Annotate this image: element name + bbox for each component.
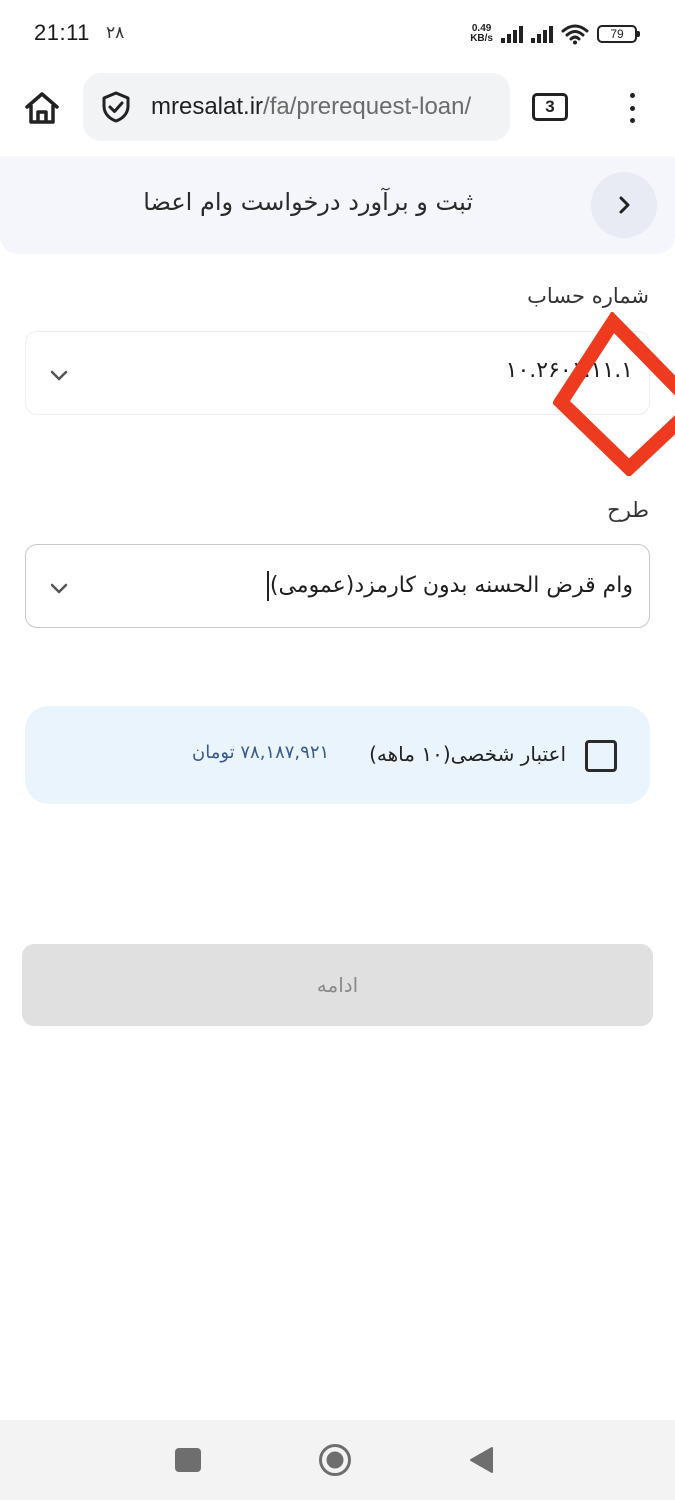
account-label: شماره حساب — [527, 284, 649, 308]
more-vert-icon[interactable] — [620, 90, 644, 126]
account-select[interactable]: ۱۰.۲۶۰۱.۱۱.۱ — [25, 331, 650, 415]
shield-icon — [102, 91, 130, 123]
signal-icon — [501, 25, 523, 43]
continue-button[interactable]: ادامه — [22, 944, 653, 1026]
plan-label: طرح — [607, 498, 649, 522]
status-time: 21:11 — [34, 20, 90, 45]
credit-checkbox[interactable] — [585, 740, 617, 772]
page-title: ثبت و برآورد درخواست وام اعضا — [143, 188, 473, 216]
home-nav-button[interactable] — [318, 1443, 352, 1477]
chevron-down-icon — [50, 370, 68, 381]
browser-toolbar: mresalat.ir/fa/prerequest-loan/ 3 — [0, 66, 675, 156]
wifi-icon — [561, 24, 589, 45]
credit-label: اعتبار شخصی(۱۰ ماهه) — [369, 742, 566, 766]
url-text: mresalat.ir/fa/prerequest-loan/ — [151, 93, 472, 120]
system-nav-bar — [0, 1420, 675, 1500]
signal-icon-secondary — [531, 25, 553, 43]
credit-amount: ۷۸,۱۸۷,۹۲۱ تومان — [192, 742, 330, 763]
status-icons: 0.49 KB/s 79 — [470, 18, 640, 50]
page-header: ثبت و برآورد درخواست وام اعضا — [0, 158, 675, 254]
back-nav-button[interactable] — [468, 1446, 494, 1474]
plan-value: وام قرض الحسنه بدون کارمزد(عمومی) — [266, 571, 633, 601]
address-bar[interactable]: mresalat.ir/fa/prerequest-loan/ — [83, 73, 510, 141]
tabs-button[interactable]: 3 — [532, 93, 568, 121]
network-speed: 0.49 KB/s — [470, 23, 493, 44]
chevron-down-icon — [50, 583, 68, 594]
status-date: ۲۸ — [106, 23, 125, 43]
credit-option-card: اعتبار شخصی(۱۰ ماهه) ۷۸,۱۸۷,۹۲۱ تومان — [25, 706, 650, 804]
status-bar: 21:11 ۲۸ 0.49 KB/s 79 — [0, 0, 675, 66]
back-button[interactable] — [591, 172, 657, 238]
chevron-right-icon — [619, 196, 630, 214]
account-value: ۱۰.۲۶۰۱.۱۱.۱ — [505, 358, 633, 383]
home-button[interactable] — [20, 86, 64, 130]
plan-select[interactable]: وام قرض الحسنه بدون کارمزد(عمومی) — [25, 544, 650, 628]
text-caret — [266, 571, 269, 601]
home-icon — [25, 92, 59, 124]
battery-icon: 79 — [597, 25, 640, 43]
recents-button[interactable] — [175, 1448, 201, 1472]
